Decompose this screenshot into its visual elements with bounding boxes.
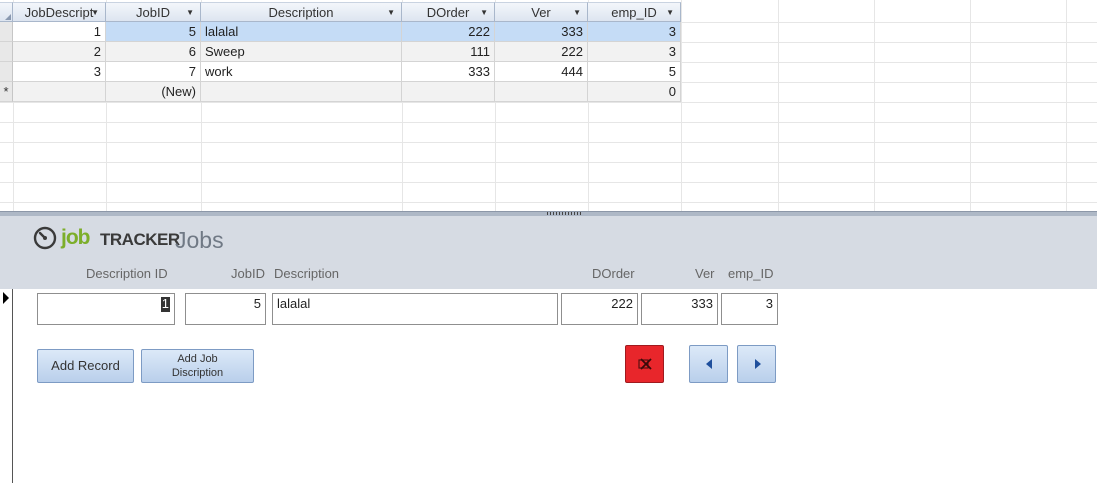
- column-header-label: Ver: [531, 5, 551, 20]
- cell-dorder[interactable]: 333: [402, 62, 495, 82]
- label-dorder: DOrder: [592, 266, 635, 281]
- column-header-ver[interactable]: Ver ▼: [495, 2, 588, 22]
- next-record-button[interactable]: [737, 345, 776, 383]
- cell-ver[interactable]: 444: [495, 62, 588, 82]
- grid-line: [0, 102, 1097, 103]
- selected-text: 1: [160, 296, 170, 312]
- button-label-line: Add Job: [177, 353, 218, 365]
- datasheet: JobDescript ▼ JobID ▼ Description ▼ DOrd…: [0, 0, 1097, 211]
- label-description: Description: [274, 266, 340, 281]
- delete-record-button[interactable]: [625, 345, 664, 383]
- dropdown-arrow-icon[interactable]: ▼: [186, 3, 194, 22]
- new-record-marker[interactable]: *: [0, 82, 13, 102]
- cell-emp-id-new[interactable]: 0: [588, 82, 681, 102]
- cell-ver[interactable]: 222: [495, 42, 588, 62]
- cell-jobdescript[interactable]: [13, 82, 106, 102]
- cell-jobid-new[interactable]: (New): [106, 82, 201, 102]
- cell-emp-id[interactable]: 5: [588, 62, 681, 82]
- new-record-row[interactable]: * (New) 0: [0, 82, 681, 102]
- dropdown-arrow-icon[interactable]: ▼: [573, 3, 581, 22]
- cell-ver[interactable]: 333: [495, 22, 588, 42]
- cell-jobid[interactable]: 7: [106, 62, 201, 82]
- grid-line: [778, 0, 779, 211]
- cell-dorder[interactable]: 111: [402, 42, 495, 62]
- table-row[interactable]: 1 5 lalalal 222 333 3: [0, 22, 681, 42]
- cell-emp-id[interactable]: 3: [588, 22, 681, 42]
- button-label-line: Discription: [171, 367, 224, 379]
- column-header-label: JobDescript: [24, 5, 94, 20]
- grid-line: [681, 0, 682, 211]
- grid-line: [0, 182, 1097, 183]
- dorder-field[interactable]: 222: [561, 293, 638, 325]
- column-header-dorder[interactable]: DOrder ▼: [402, 2, 495, 22]
- cell-jobdescript[interactable]: 2: [13, 42, 106, 62]
- label-emp-id: emp_ID: [728, 266, 774, 281]
- gauge-icon: [33, 226, 57, 250]
- cell-ver[interactable]: [495, 82, 588, 102]
- delete-record-icon: [638, 358, 652, 370]
- previous-record-button[interactable]: [689, 345, 728, 383]
- form-title: Jobs: [175, 227, 224, 253]
- cell-description[interactable]: work: [201, 62, 402, 82]
- emp-id-field[interactable]: 3: [721, 293, 778, 325]
- label-description-id: Description ID: [86, 266, 168, 281]
- label-jobid: JobID: [231, 266, 265, 281]
- column-header-emp-id[interactable]: emp_ID ▼: [588, 2, 681, 22]
- cell-jobdescript[interactable]: 1: [13, 22, 106, 42]
- column-header-row: JobDescript ▼ JobID ▼ Description ▼ DOrd…: [0, 2, 681, 22]
- cell-dorder[interactable]: [402, 82, 495, 102]
- grid-line: [0, 162, 1097, 163]
- column-header-jobdescript[interactable]: JobDescript ▼: [13, 2, 106, 22]
- table-row[interactable]: 2 6 Sweep 111 222 3: [0, 42, 681, 62]
- label-ver: Ver: [695, 266, 715, 281]
- column-header-description[interactable]: Description ▼: [201, 2, 402, 22]
- row-selector[interactable]: [0, 62, 13, 82]
- grid-line: [1066, 0, 1067, 211]
- column-header-label: DOrder: [426, 5, 470, 20]
- next-record-icon: [755, 359, 761, 369]
- cell-emp-id[interactable]: 3: [588, 42, 681, 62]
- column-header-label: JobID: [136, 5, 170, 20]
- cell-jobdescript[interactable]: 3: [13, 62, 106, 82]
- current-record-arrow-icon: [3, 292, 9, 304]
- column-header-label: emp_ID: [611, 5, 657, 20]
- description-field[interactable]: lalalal: [272, 293, 558, 325]
- description-id-field[interactable]: 1: [37, 293, 175, 325]
- record-selector[interactable]: [0, 289, 13, 483]
- ver-field[interactable]: 333: [641, 293, 718, 325]
- cell-dorder[interactable]: 222: [402, 22, 495, 42]
- logo-job-text: job: [61, 226, 90, 249]
- cell-description[interactable]: Sweep: [201, 42, 402, 62]
- dropdown-arrow-icon[interactable]: ▼: [666, 3, 674, 22]
- cell-description[interactable]: lalalal: [201, 22, 402, 42]
- form-detail: 1 5 lalalal 222 333 3 Add Record Add Job…: [0, 289, 1097, 483]
- table-row[interactable]: 3 7 work 333 444 5: [0, 62, 681, 82]
- dropdown-arrow-icon[interactable]: ▼: [91, 3, 99, 22]
- row-selector[interactable]: [0, 42, 13, 62]
- row-selector[interactable]: [0, 22, 13, 42]
- cell-jobid[interactable]: 6: [106, 42, 201, 62]
- logo-tracker-text: TRACKER: [100, 230, 180, 249]
- splitter-grip-icon[interactable]: [547, 212, 581, 215]
- grid-line: [874, 0, 875, 211]
- column-header-label: Description: [268, 5, 334, 20]
- dropdown-arrow-icon[interactable]: ▼: [387, 3, 395, 22]
- grid-line: [0, 122, 1097, 123]
- cell-jobid[interactable]: 5: [106, 22, 201, 42]
- dropdown-arrow-icon[interactable]: ▼: [480, 3, 488, 22]
- add-job-description-button[interactable]: Add Job Discription: [141, 349, 254, 383]
- jobid-field[interactable]: 5: [185, 293, 266, 325]
- previous-record-icon: [706, 359, 712, 369]
- cell-description[interactable]: [201, 82, 402, 102]
- grid-line: [0, 142, 1097, 143]
- grid-line: [970, 0, 971, 211]
- add-record-button[interactable]: Add Record: [37, 349, 134, 383]
- column-header-jobid[interactable]: JobID ▼: [106, 2, 201, 22]
- grid-line: [0, 202, 1097, 203]
- form-header: job TRACKER Jobs Description ID JobID De…: [0, 216, 1097, 289]
